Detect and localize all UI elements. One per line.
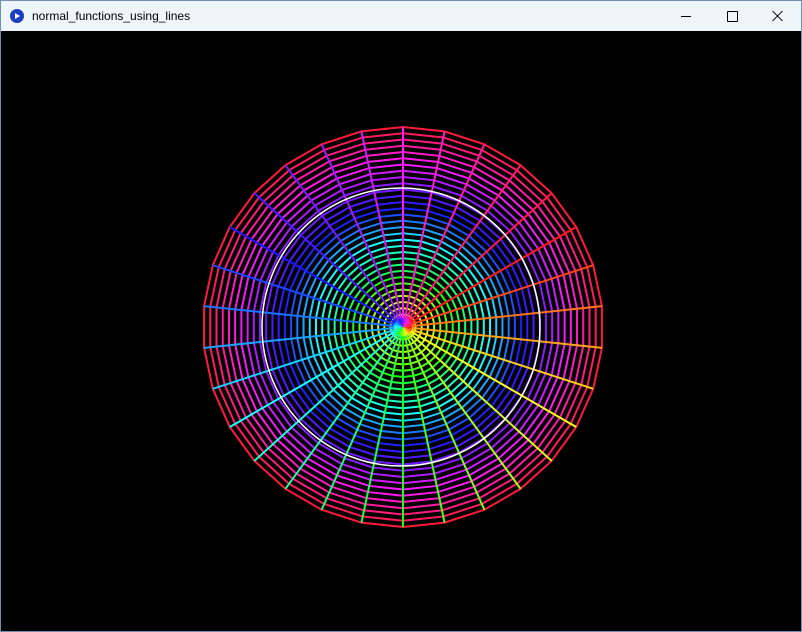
minimize-button[interactable] [663,1,709,31]
app-icon[interactable] [10,9,24,23]
radial-function-sketch [203,125,603,529]
maximize-button[interactable] [709,1,755,31]
app-window: normal_functions_using_lines [0,0,802,632]
maximize-icon [726,10,738,22]
close-button[interactable] [755,1,801,31]
close-icon [772,10,784,22]
minimize-icon [681,15,691,17]
window-title: normal_functions_using_lines [32,9,191,23]
title-bar[interactable]: normal_functions_using_lines [1,1,801,31]
sketch-canvas-area[interactable] [1,31,801,631]
